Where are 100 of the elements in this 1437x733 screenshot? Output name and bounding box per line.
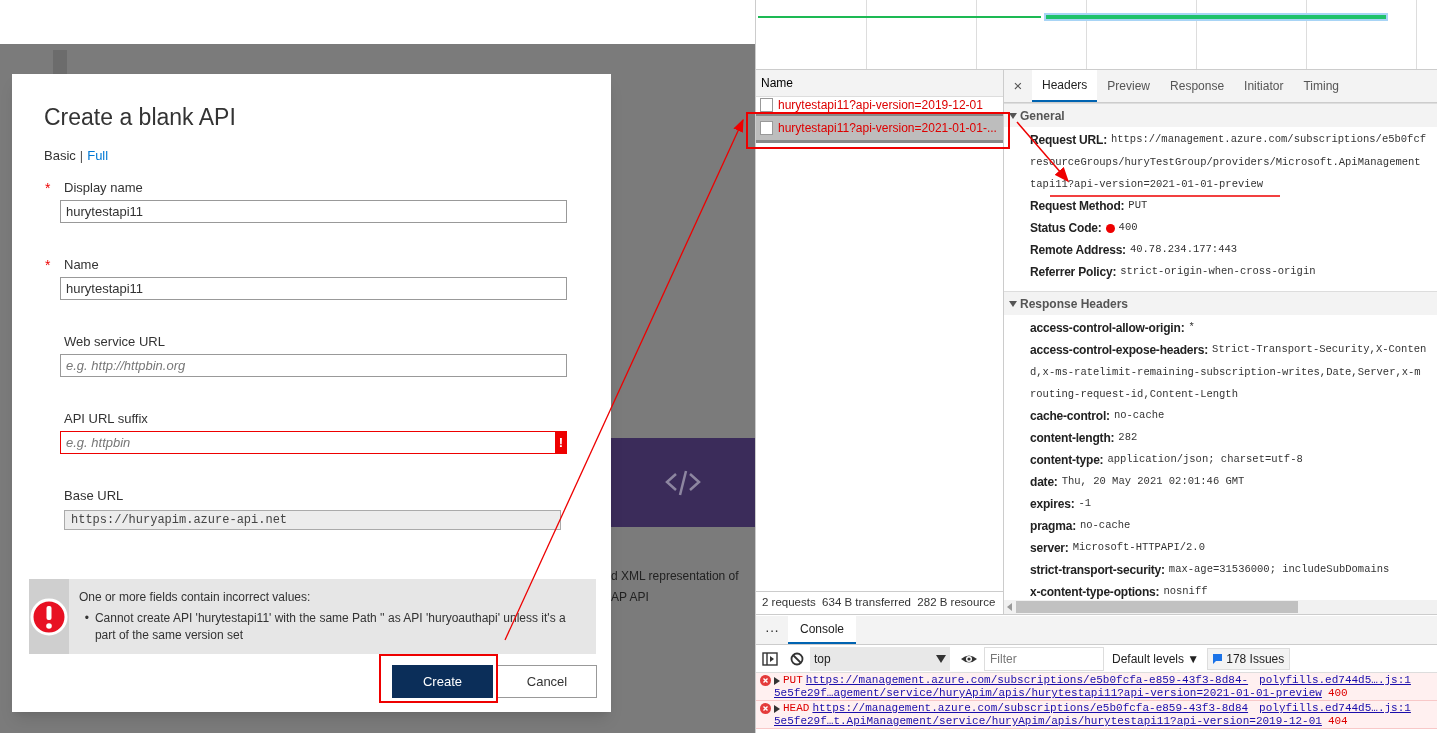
header-value: 40.78.234.177:443: [1129, 242, 1238, 258]
status-code: 404: [1327, 715, 1348, 728]
clear-icon: [790, 651, 804, 666]
request-name: hurytestapi11?api-version=2021-01-01-...: [778, 120, 997, 137]
header-value: strict-origin-when-cross-origin: [1120, 264, 1316, 280]
button[interactable]: Cancel: [497, 665, 597, 698]
tab[interactable]: Timing: [1293, 70, 1349, 102]
header-value: Microsoft-HTTPAPI/2.0: [1072, 540, 1205, 556]
field-label: Web service URL: [64, 333, 165, 351]
header-value: no-cache: [1079, 518, 1131, 534]
levels-dropdown[interactable]: Default levels ▼: [1110, 649, 1202, 668]
section-header[interactable]: Response Headers: [1004, 291, 1437, 315]
header-name: content-length:: [1030, 430, 1115, 447]
header-value: Strict-Transport-Security,X-Conten: [1212, 342, 1427, 358]
required-mark: *: [45, 179, 51, 198]
status-summary: 2 requests 634 B transferred 282 B resource: [756, 591, 1003, 613]
error-title: One or more fields contain incorrect values:: [78, 589, 312, 606]
source-link[interactable]: polyfills.ed744d5….js:1: [1259, 674, 1411, 687]
sidebar-toggle-icon: [762, 651, 778, 666]
request-name: hurytestapi11?api-version=2019-12-01: [778, 97, 983, 114]
message-icon: [1213, 653, 1223, 664]
context-dropdown[interactable]: top: [810, 646, 950, 671]
issues-button[interactable]: 178 Issues: [1207, 647, 1291, 670]
context-value: top: [814, 650, 831, 668]
expand-icon: [774, 704, 780, 713]
header-value: PUT: [1128, 198, 1148, 214]
field-label: Name: [64, 256, 99, 274]
triangle-icon: [1009, 298, 1017, 309]
url-link[interactable]: https://management.azure.com/subscriptions/e5b0fcfa-e859-43f3-8d84-: [805, 674, 1249, 687]
url-link[interactable]: 5e5fe29f…agement/service/huryApim/apis/hurytestapi11?api-version=2021-01-01-preview: [774, 687, 1322, 700]
header-name: content-type:: [1030, 452, 1104, 469]
error-icon: [760, 675, 771, 686]
tab[interactable]: Preview: [1097, 70, 1161, 102]
header-name: expires:: [1030, 496, 1075, 513]
triangle-icon: [1009, 110, 1017, 121]
header-name: access-control-allow-origin:: [1030, 320, 1185, 337]
header-value: application/json; charset=utf-8: [1107, 452, 1303, 468]
field-label: API URL suffix: [64, 410, 148, 428]
close-button[interactable]: ×: [1004, 70, 1032, 102]
header-name: strict-transport-security:: [1030, 562, 1165, 579]
header-name: Referrer Policy:: [1030, 264, 1117, 281]
header-name: date:: [1030, 474, 1058, 491]
file-icon: [760, 98, 773, 112]
card-text: d XML representation of: [611, 568, 739, 585]
header-name: access-control-expose-headers:: [1030, 342, 1209, 359]
header-name: cache-control:: [1030, 408, 1110, 425]
header-value: Thu, 20 May 2021 02:01:46 GMT: [1061, 474, 1245, 490]
scroll-left-icon: [1007, 603, 1012, 611]
header-name: Remote Address:: [1030, 242, 1126, 259]
dialog-title: Create a blank API: [44, 103, 236, 132]
filter-field[interactable]: Filter: [984, 646, 1104, 671]
header-name: Request Method:: [1030, 198, 1125, 215]
header-value: tapi11?api-version=2021-01-01-preview: [1030, 177, 1264, 192]
header-value: routing-request-id,Content-Length: [1030, 387, 1238, 402]
mode-link[interactable]: Basic: [44, 146, 76, 166]
header-value: 282: [1118, 430, 1138, 446]
header-value: d,x-ms-ratelimit-remaining-subscription-writes,Date,Server,x-m: [1030, 365, 1421, 380]
header-value: -1: [1078, 496, 1092, 512]
source-link[interactable]: polyfills.ed744d5….js:1: [1259, 702, 1411, 715]
request-method: PUT: [783, 674, 803, 687]
column-header: Name: [756, 70, 1003, 97]
mode-link[interactable]: Full: [87, 146, 109, 166]
card-text: AP API: [611, 589, 650, 606]
header-value: max-age=31536000; includeSubDomains: [1168, 562, 1390, 578]
header-name: server:: [1030, 540, 1069, 557]
scrollbar-thumb[interactable]: [1016, 601, 1298, 613]
status-code: 400: [1327, 687, 1348, 700]
tab[interactable]: Console: [788, 616, 857, 644]
header-name: Status Code:: [1030, 220, 1102, 237]
scrollbar-thumb: [53, 50, 67, 76]
expand-icon: [774, 676, 780, 685]
request-method: HEAD: [783, 702, 810, 715]
button[interactable]: Create: [392, 665, 493, 698]
error-icon: [760, 703, 771, 714]
section-header[interactable]: General: [1004, 103, 1437, 127]
error-icon: [29, 597, 68, 636]
header-name: pragma:: [1030, 518, 1076, 535]
section-title: General: [1020, 107, 1065, 125]
field-label: Base URL: [64, 487, 124, 505]
required-mark: *: [45, 256, 51, 275]
file-icon: [760, 121, 773, 135]
header-value: no-cache: [1113, 408, 1165, 424]
readonly-field: https://huryapim.azure-api.net: [64, 510, 561, 530]
input-field[interactable]: e.g. http://httpbin.org: [60, 354, 567, 377]
field-label: Display name: [64, 179, 143, 197]
more-button[interactable]: ···: [756, 616, 788, 644]
error-badge: !: [555, 431, 567, 454]
tab[interactable]: Headers: [1032, 70, 1098, 102]
input-field[interactable]: hurytestapi11: [60, 200, 567, 223]
header-name: x-content-type-options:: [1030, 584, 1160, 600]
separator: |: [79, 147, 84, 165]
caret-icon: [936, 654, 946, 663]
bullet: •: [83, 610, 90, 627]
tab[interactable]: Initiator: [1234, 70, 1294, 102]
url-link[interactable]: https://management.azure.com/subscriptions/e5b0fcfa-e859-43f3-8d84: [812, 702, 1249, 715]
header-value: nosniff: [1163, 584, 1208, 600]
input-field[interactable]: hurytestapi11: [60, 277, 567, 300]
tab[interactable]: Response: [1160, 70, 1235, 102]
header-value: https://management.azure.com/subscriptions/e5b0fcf: [1110, 132, 1426, 148]
url-link[interactable]: 5e5fe29f…t.ApiManagement/service/huryApim/apis/hurytestapi11?api-version=2019-12-01: [774, 715, 1322, 728]
